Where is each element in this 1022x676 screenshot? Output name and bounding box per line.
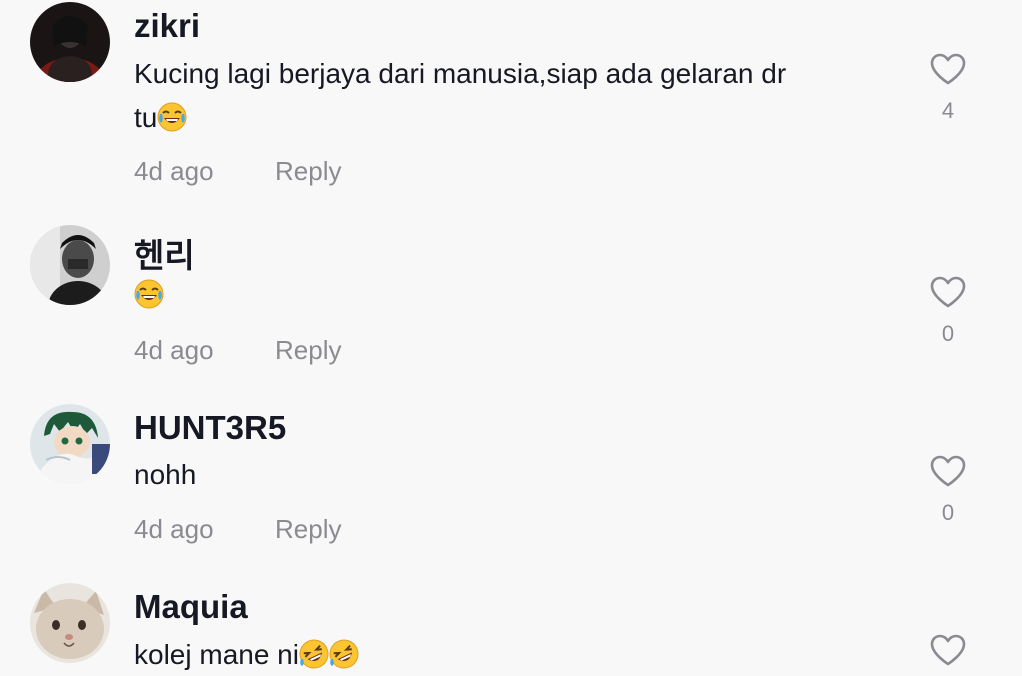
- heart-icon[interactable]: [929, 633, 967, 667]
- comment-text-line: kolej mane ni: [134, 639, 299, 670]
- comment-text-line: Kucing lagi berjaya dari manusia,siap ad…: [134, 58, 787, 89]
- reply-button[interactable]: Reply: [275, 514, 341, 544]
- like-count: 0: [941, 500, 955, 525]
- comment-text-line: tu: [134, 102, 158, 133]
- rolling-on-floor-laughing-icon: [299, 639, 329, 669]
- comment-text-line: nohh: [134, 459, 197, 490]
- like-count: 0: [941, 321, 955, 346]
- comment-text: nohh: [134, 453, 894, 497]
- comment-username[interactable]: HUNT3R5: [134, 409, 286, 447]
- avatar[interactable]: [30, 225, 110, 305]
- comment-meta: 4d ago Reply: [134, 156, 341, 187]
- comment-text: Kucing lagi berjaya dari manusia,siap ad…: [134, 52, 894, 140]
- reply-button[interactable]: Reply: [275, 335, 341, 365]
- comment-username[interactable]: zikri: [134, 7, 200, 45]
- comment-text: [134, 273, 894, 317]
- comment-meta: 4d ago Reply: [134, 514, 341, 545]
- heart-icon[interactable]: [929, 275, 967, 309]
- comment-meta: 4d ago Reply: [134, 335, 341, 366]
- avatar[interactable]: [30, 583, 110, 663]
- reply-button[interactable]: Reply: [275, 156, 341, 186]
- heart-icon[interactable]: [929, 454, 967, 488]
- like-button[interactable]: 0: [918, 454, 978, 526]
- comment-text: kolej mane ni: [134, 633, 894, 676]
- avatar[interactable]: [30, 2, 110, 82]
- like-button[interactable]: 0: [918, 275, 978, 347]
- avatar[interactable]: [30, 404, 110, 484]
- heart-icon[interactable]: [929, 52, 967, 86]
- like-count: 4: [941, 98, 955, 123]
- face-with-tears-of-joy-icon: [157, 102, 187, 132]
- face-with-tears-of-joy-icon: [134, 279, 164, 309]
- comment-time: 4d ago: [134, 514, 214, 544]
- like-button[interactable]: [918, 633, 978, 667]
- comment-time: 4d ago: [134, 156, 214, 186]
- comment-username[interactable]: 헨리: [134, 229, 195, 277]
- comment-time: 4d ago: [134, 335, 214, 365]
- comment-username[interactable]: Maquia: [134, 588, 248, 626]
- comment-list: zikri Kucing lagi berjaya dari manusia,s…: [0, 0, 1022, 676]
- like-button[interactable]: 4: [918, 52, 978, 124]
- rolling-on-floor-laughing-icon: [329, 639, 359, 669]
